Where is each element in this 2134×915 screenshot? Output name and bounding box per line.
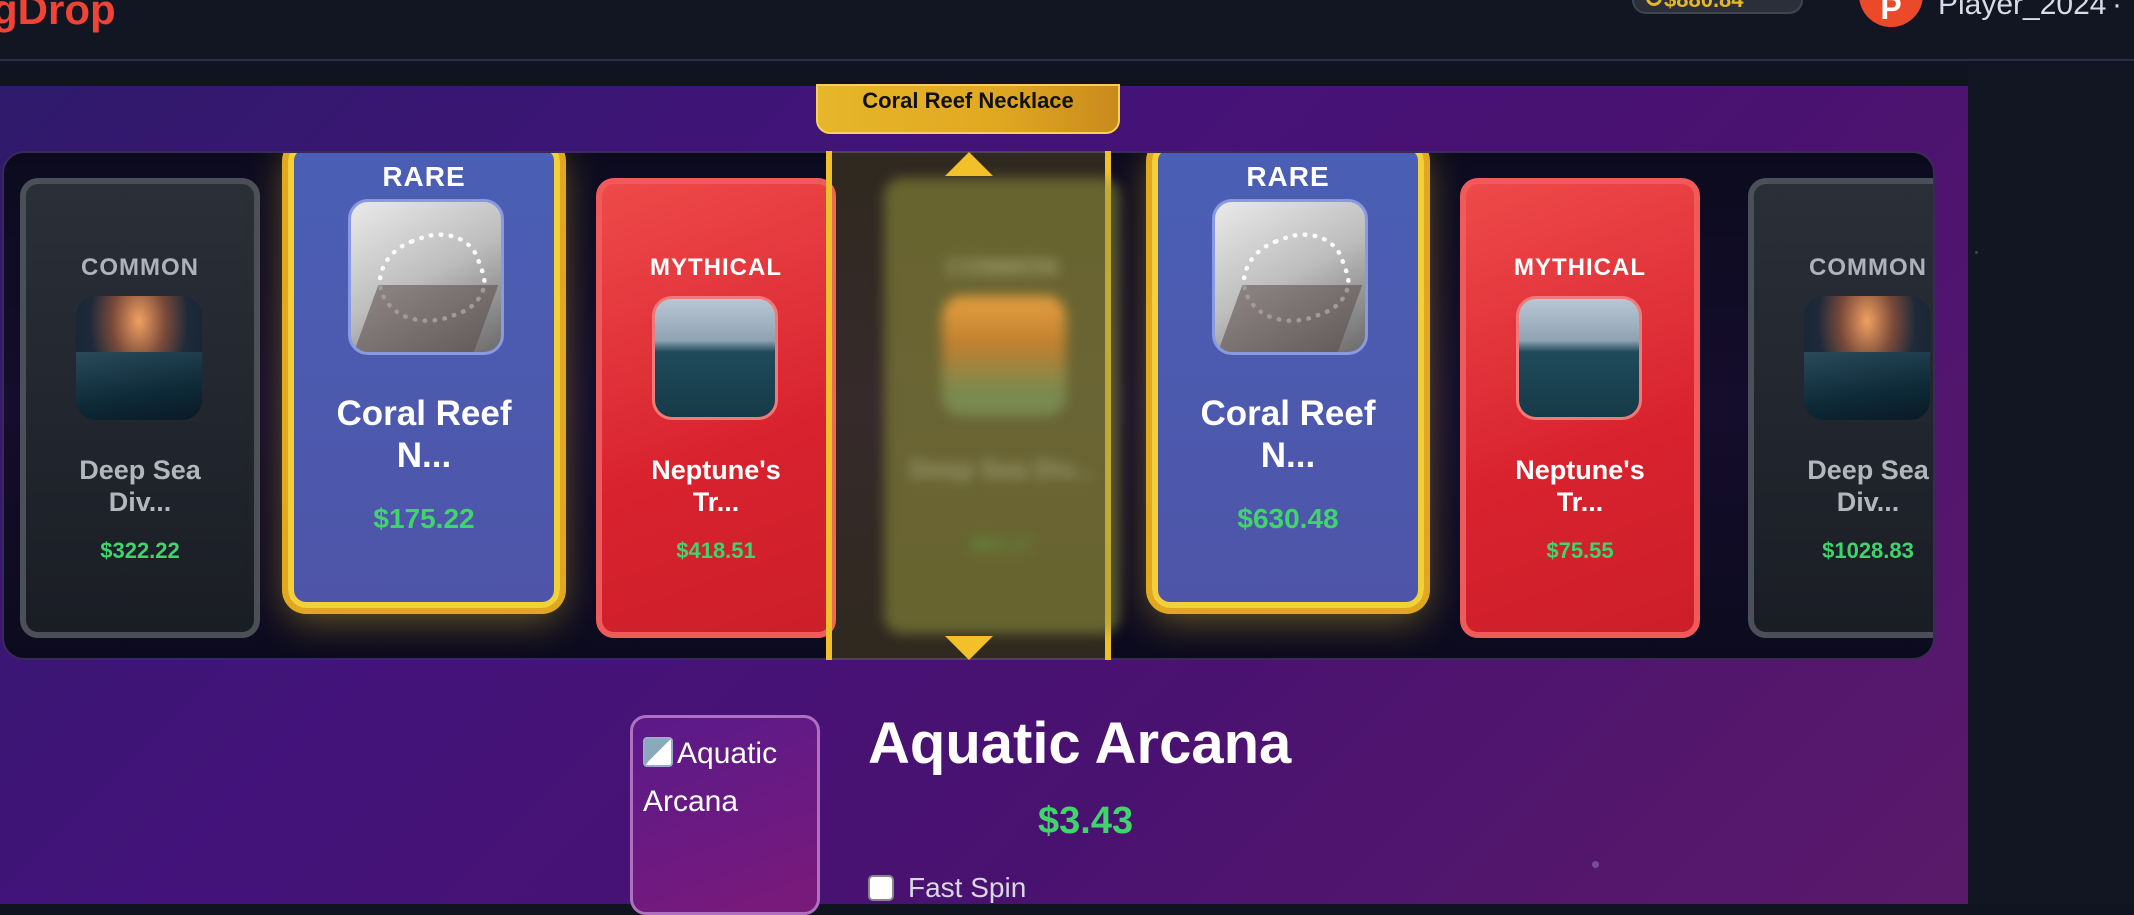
item-name: Coral Reef N... bbox=[1200, 394, 1376, 475]
rarity-label: RARE bbox=[1246, 161, 1330, 192]
roll-card-mythical: MYTHICAL Neptune's Tr... $418.51 bbox=[596, 178, 836, 638]
rarity-label: COMMON bbox=[1809, 254, 1927, 281]
roll-card-common-blurred: COMMON Deep Sea Div... $82.17 bbox=[884, 178, 1120, 634]
item-price: $75.55 bbox=[1546, 538, 1614, 563]
sidebar-dot bbox=[1975, 251, 1978, 254]
sea-image bbox=[1516, 296, 1642, 420]
rarity-label: RARE bbox=[382, 161, 466, 192]
roll-card-rare: RARE Coral Reef N... $630.48 bbox=[1152, 153, 1424, 608]
sea-image bbox=[652, 296, 778, 420]
fast-spin-checkbox[interactable] bbox=[868, 875, 894, 901]
coin-icon bbox=[1646, 0, 1662, 6]
pointer-top-icon bbox=[945, 152, 993, 176]
rarity-label: MYTHICAL bbox=[1514, 254, 1646, 281]
site-logo[interactable]: gDrop bbox=[0, 0, 116, 34]
menu-icon[interactable]: · bbox=[2112, 0, 2122, 22]
balance-badge[interactable]: $880.84 bbox=[1632, 0, 1803, 14]
item-name: Deep Sea Div... bbox=[1807, 455, 1929, 518]
pearl-necklace-image bbox=[1212, 199, 1368, 355]
item-name: Neptune's Tr... bbox=[651, 455, 781, 518]
broken-image-icon bbox=[643, 737, 673, 767]
winner-banner: Coral Reef Necklace bbox=[816, 84, 1120, 134]
avatar[interactable]: P bbox=[1859, 0, 1923, 27]
rarity-label: COMMON bbox=[81, 254, 199, 281]
case-price: $3.43 bbox=[1038, 800, 1134, 842]
decorative-dot bbox=[1592, 861, 1599, 868]
wave-image bbox=[76, 296, 202, 420]
item-price: $630.48 bbox=[1237, 503, 1339, 534]
username[interactable]: Player_2024 bbox=[1938, 0, 2106, 22]
roll-card-mythical: MYTHICAL Neptune's Tr... $75.55 bbox=[1460, 178, 1700, 638]
pointer-bottom-icon bbox=[945, 636, 993, 660]
item-name: Neptune's Tr... bbox=[1515, 455, 1645, 518]
balance-amount: $880.84 bbox=[1664, 0, 1744, 12]
rarity-label: MYTHICAL bbox=[650, 254, 782, 281]
pearl-necklace-image bbox=[348, 199, 504, 355]
case-title: Aquatic Arcana bbox=[868, 711, 1292, 776]
fast-spin-label: Fast Spin bbox=[908, 872, 1027, 903]
item-name: Deep Sea Div... bbox=[79, 455, 201, 518]
roll-card-rare: RARE Coral Reef N... $175.22 bbox=[288, 153, 560, 608]
top-bar: gDrop $880.84 P Player_2024 · bbox=[0, 0, 2134, 61]
roll-card-common: COMMON Deep Sea Div... $1028.83 bbox=[1748, 178, 1933, 638]
right-sidebar bbox=[1968, 63, 2134, 904]
item-price: $175.22 bbox=[373, 503, 475, 534]
item-name: Coral Reef N... bbox=[336, 394, 512, 475]
rarity-label: COMMON bbox=[946, 254, 1058, 281]
item-name: Deep Sea Div... bbox=[909, 454, 1095, 484]
item-price: $82.17 bbox=[971, 534, 1033, 556]
roll-card-common: COMMON Deep Sea Div... $322.22 bbox=[20, 178, 260, 638]
item-price: $418.51 bbox=[676, 538, 756, 563]
case-image: Aquatic Arcana bbox=[630, 715, 820, 915]
item-price: $1028.83 bbox=[1822, 538, 1914, 563]
fast-spin-toggle[interactable]: Fast Spin bbox=[868, 872, 1026, 904]
item-price: $322.22 bbox=[100, 538, 180, 563]
wave-image bbox=[1804, 296, 1930, 420]
wave-image bbox=[942, 296, 1066, 416]
